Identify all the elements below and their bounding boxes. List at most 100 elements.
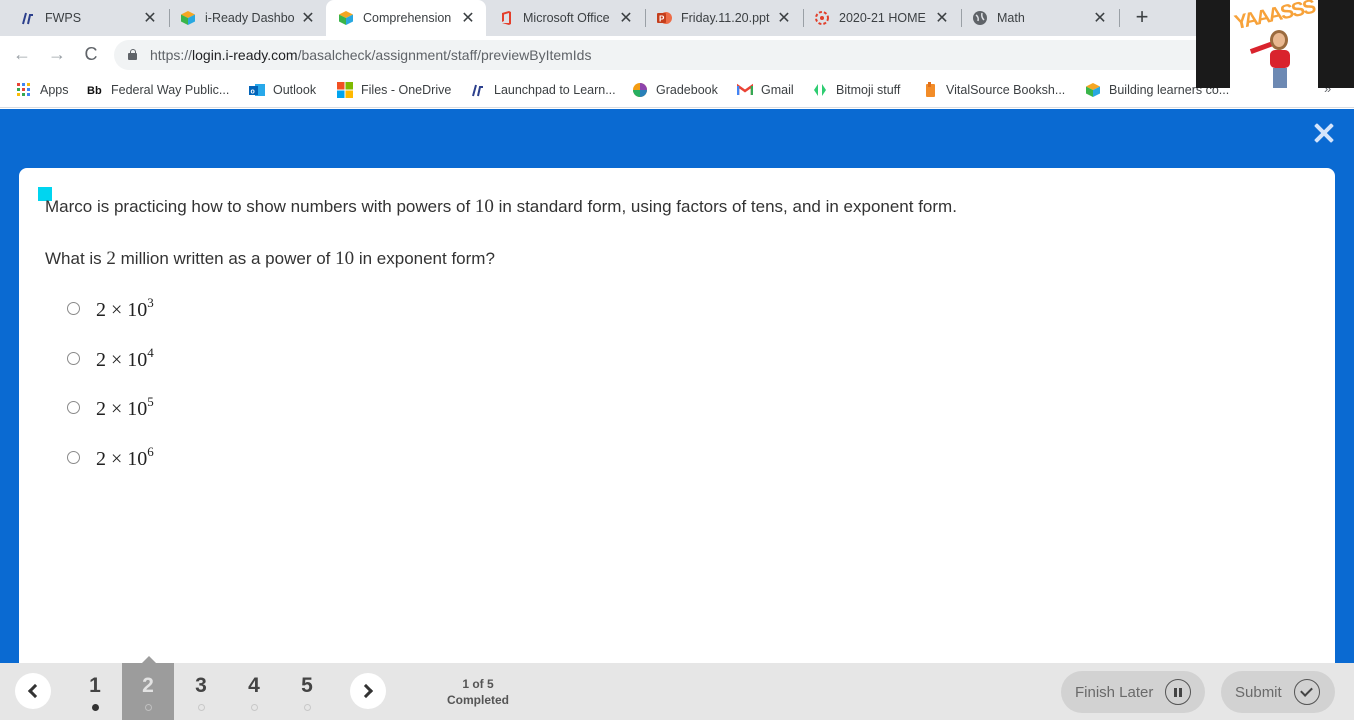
tab-title: Microsoft Office: [523, 11, 610, 25]
tab-title: Friday.11.20.ppt: [681, 11, 770, 25]
question-prompt: What is 2 million written as a power of …: [45, 248, 495, 270]
answer-choice-c[interactable]: 2 × 105: [67, 394, 154, 420]
blackboard-icon: Bb: [87, 82, 103, 98]
microsoft-icon: [337, 82, 353, 98]
radio-button[interactable]: [67, 400, 80, 414]
url-text[interactable]: https://login.i-ready.com/basalcheck/ass…: [150, 47, 591, 63]
url-scheme: https://: [150, 47, 193, 63]
question-number: 2: [142, 674, 154, 697]
radio-button[interactable]: [67, 450, 80, 464]
webcam-overlay-left: [1196, 0, 1230, 88]
bitmoji-head: [1270, 30, 1288, 50]
bookmark-vitalsource[interactable]: VitalSource Booksh...: [922, 80, 1065, 100]
question-nav-2[interactable]: 2: [122, 663, 174, 720]
close-icon[interactable]: ✕: [142, 8, 158, 28]
bookmark-apps[interactable]: Apps: [16, 80, 69, 100]
submit-label: Submit: [1235, 683, 1282, 701]
answer-choice-b[interactable]: 2 × 104: [67, 345, 154, 371]
tab-title: 2020-21 HOME: [839, 11, 926, 25]
tab-comprehension[interactable]: Comprehension ✕: [326, 0, 486, 36]
answer-choice-a[interactable]: 2 × 103: [67, 295, 154, 321]
bookmark-gradebook[interactable]: Gradebook: [632, 80, 718, 100]
bookmark-label: Launchpad to Learn...: [494, 83, 616, 97]
bitmoji-icon: [812, 82, 828, 98]
apps-grid-icon: [16, 82, 32, 98]
bookmark-label: Gmail: [761, 83, 794, 97]
next-question-button[interactable]: [350, 673, 386, 709]
svg-text:Bb: Bb: [87, 85, 102, 97]
reload-button[interactable]: C: [79, 42, 103, 66]
tab-iready-dashboard[interactable]: i-Ready Dashbo ✕: [168, 0, 326, 36]
close-assessment-button[interactable]: [1312, 121, 1336, 145]
close-icon[interactable]: ✕: [300, 8, 316, 28]
passage-text: Marco is practicing how to show numbers …: [45, 197, 475, 216]
question-nav-4[interactable]: 4: [228, 663, 280, 720]
bitmoji-sticker: YAAASSS: [1230, 0, 1318, 88]
bookmark-federal-way[interactable]: Bb Federal Way Public...: [87, 80, 229, 100]
address-bar[interactable]: https://login.i-ready.com/basalcheck/ass…: [114, 40, 1214, 70]
choice-base: 2 × 10: [96, 348, 148, 371]
tab-math[interactable]: Math ✕: [960, 0, 1118, 36]
choice-label: 2 × 104: [96, 345, 154, 372]
tab-title: FWPS: [45, 11, 82, 25]
bookmark-onedrive[interactable]: Files - OneDrive: [337, 80, 451, 100]
previous-question-button[interactable]: [15, 673, 51, 709]
outlook-icon: o: [249, 82, 265, 98]
bookmark-bitmoji[interactable]: Bitmoji stuff: [812, 80, 900, 100]
close-icon[interactable]: ✕: [1092, 8, 1108, 28]
progress-label: Completed: [446, 693, 509, 707]
radio-button[interactable]: [67, 301, 80, 315]
submit-button[interactable]: Submit: [1221, 671, 1335, 713]
close-icon[interactable]: ✕: [618, 8, 634, 28]
tab-microsoft-office[interactable]: Microsoft Office ✕: [486, 0, 644, 36]
bookmarks-bar: Apps Bb Federal Way Public... o Outlook …: [0, 72, 1354, 108]
bookmark-launchpad[interactable]: Launchpad to Learn...: [470, 80, 616, 100]
current-question-pointer: [142, 656, 156, 663]
choice-label: 2 × 103: [96, 295, 154, 322]
question-number: 5: [301, 674, 313, 697]
vitalsource-icon: [922, 82, 938, 98]
tab-title: Comprehension: [363, 11, 452, 25]
finish-later-button[interactable]: Finish Later: [1061, 671, 1205, 713]
tab-2020-21-home[interactable]: 2020-21 HOME ✕: [802, 0, 960, 36]
fwps-logo-icon: [20, 10, 36, 26]
status-dot: [303, 704, 311, 711]
prompt-number: 10: [335, 248, 355, 269]
close-icon[interactable]: ✕: [776, 8, 792, 28]
bookmark-outlook[interactable]: o Outlook: [249, 80, 316, 100]
close-icon[interactable]: ✕: [934, 8, 950, 28]
url-host: login.i-ready.com: [192, 47, 298, 63]
tab-fwps[interactable]: FWPS ✕: [8, 0, 168, 36]
bitmoji-body: [1270, 50, 1290, 68]
choice-base: 2 × 10: [96, 447, 148, 470]
passage-number: 10: [474, 196, 494, 217]
status-dot: [197, 704, 205, 711]
question-nav-5[interactable]: 5: [281, 663, 333, 720]
question-nav-1[interactable]: 1: [69, 663, 121, 720]
question-nav-3[interactable]: 3: [175, 663, 227, 720]
choice-exponent: 3: [147, 294, 154, 310]
gradebook-icon: [632, 82, 648, 98]
question-navigation-bar: 1 2 3 4 5 1 of 5 Completed Finish Later …: [0, 656, 1354, 720]
bookmark-label: Gradebook: [656, 83, 718, 97]
choice-base: 2 × 10: [96, 397, 148, 420]
answer-choice-d[interactable]: 2 × 106: [67, 444, 154, 470]
question-number: 3: [195, 674, 207, 697]
close-icon[interactable]: ✕: [460, 8, 476, 28]
tab-title: Math: [997, 11, 1025, 25]
back-button[interactable]: ←: [10, 42, 34, 66]
browser-toolbar: ← → C https://login.i-ready.com/basalche…: [0, 36, 1354, 72]
question-passage: Marco is practicing how to show numbers …: [45, 196, 957, 218]
status-dot: [250, 704, 258, 711]
bookmark-gmail[interactable]: Gmail: [736, 80, 794, 100]
canvas-icon: [814, 10, 830, 26]
bitmoji-legs: [1273, 68, 1287, 88]
office-icon: [498, 10, 514, 26]
forward-button[interactable]: →: [45, 42, 69, 66]
status-dot: [144, 704, 152, 711]
tab-friday-ppt[interactable]: P Friday.11.20.ppt ✕: [644, 0, 802, 36]
finish-later-label: Finish Later: [1075, 683, 1154, 701]
new-tab-button[interactable]: +: [1130, 4, 1154, 32]
radio-button[interactable]: [67, 351, 80, 365]
gmail-icon: [736, 82, 754, 98]
